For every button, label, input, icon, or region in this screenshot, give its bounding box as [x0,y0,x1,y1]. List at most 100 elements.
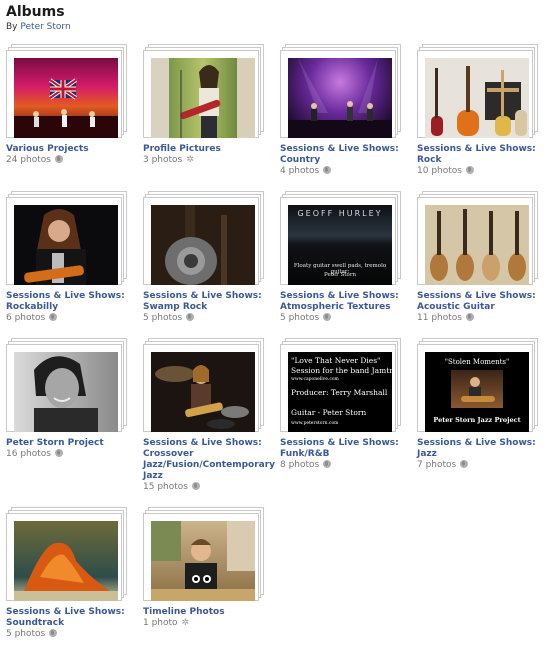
cover-project: Peter Storn Jazz Project [433,416,521,424]
cover-caption-credit: Peter Storn [323,272,356,278]
globe-icon[interactable] [460,460,469,468]
photo-count: 1 photo [143,618,178,628]
album-title[interactable]: Sessions & Live Shows: Rock [417,144,547,166]
globe-icon[interactable] [186,313,195,321]
globe-icon[interactable] [54,155,63,163]
globe-icon[interactable] [323,460,332,468]
globe-icon[interactable] [465,166,474,174]
photo-count: 7 photos [417,460,457,470]
album-cover[interactable]: "Love That Never Dies" Session for the b… [280,338,401,432]
album-meta: 10 photos [417,166,547,177]
album-meta: 15 photos [143,482,273,493]
photo-count: 11 photos [417,313,462,323]
album-meta: 16 photos [6,449,136,460]
globe-icon[interactable] [49,629,58,637]
cover-producer: Producer: Terry Marshall [291,388,388,397]
album-meta: 3 photos ✲ [143,155,273,166]
album-card[interactable]: Sessions & Live Shows: Country 4 photos [280,44,410,177]
album-title[interactable]: Sessions & Live Shows: Swamp Rock [143,291,273,313]
album-cover[interactable] [6,191,127,285]
photo-count: 4 photos [280,166,320,176]
photo-count: 3 photos [143,155,183,165]
globe-icon[interactable] [49,313,58,321]
album-meta: 1 photo ✲ [143,618,273,629]
owner-link[interactable]: Peter Storn [20,22,70,32]
photo-count: 8 photos [280,460,320,470]
album-card[interactable]: "Love That Never Dies" Session for the b… [280,338,410,471]
globe-icon[interactable] [191,482,200,490]
cover-url: www.caponelive.com [291,377,339,382]
byline: By Peter Storn [6,22,71,32]
globe-icon[interactable] [465,313,474,321]
album-card[interactable]: Sessions & Live Shows: Rockabilly 6 phot… [6,191,136,324]
album-cover[interactable] [417,44,538,138]
album-title[interactable]: Sessions & Live Shows: Atmospheric Textu… [280,291,410,313]
album-card[interactable]: Sessions & Live Shows: Swamp Rock 5 phot… [143,191,273,324]
album-cover[interactable] [417,191,538,285]
gear-icon[interactable]: ✲ [182,618,190,629]
album-card[interactable]: Profile Pictures 3 photos ✲ [143,44,273,166]
album-title[interactable]: Peter Storn Project [6,438,136,449]
album-cover[interactable] [143,44,264,138]
album-meta: 11 photos [417,313,547,324]
album-title[interactable]: Sessions & Live Shows: Rockabilly [6,291,136,313]
gear-icon[interactable]: ✲ [186,155,194,166]
cover-website: www.peterstorn.com [291,421,339,426]
album-meta: 5 photos [6,629,136,640]
photo-count: 24 photos [6,155,51,165]
photo-count: 5 photos [143,313,183,323]
album-cover[interactable] [143,191,264,285]
globe-icon[interactable] [54,449,63,457]
photo-count: 5 photos [280,313,320,323]
album-title[interactable]: Sessions & Live Shows: Funk/R&B [280,438,410,460]
album-meta: 7 photos [417,460,547,471]
photo-count: 15 photos [143,482,188,492]
album-meta: 6 photos [6,313,136,324]
album-cover[interactable] [143,338,264,432]
album-title[interactable]: Profile Pictures [143,144,273,155]
cover-photo [451,370,503,408]
cover-song-title: "Stolen Moments" [444,358,510,366]
album-meta: 4 photos [280,166,410,177]
globe-icon[interactable] [323,166,332,174]
cover-guitar: Guitar - Peter Storn [291,408,367,417]
cover-session: Session for the band Jamtra [291,366,392,375]
photo-count: 5 photos [6,629,46,639]
album-meta: 8 photos [280,460,410,471]
album-meta: 5 photos [143,313,273,324]
album-title[interactable]: Sessions & Live Shows: Country [280,144,410,166]
album-title[interactable]: Various Projects [6,144,136,155]
album-title[interactable]: Sessions & Live Shows: Jazz [417,438,547,460]
album-meta: 24 photos [6,155,136,166]
album-cover[interactable]: "Stolen Moments" Peter Storn Jazz Projec… [417,338,538,432]
album-card[interactable]: Sessions & Live Shows: Soundtrack 5 phot… [6,507,136,640]
album-card[interactable]: Sessions & Live Shows: Acoustic Guitar 1… [417,191,547,324]
album-card[interactable]: GEOFF HURLEY Floaty guitar swell pads, t… [280,191,410,324]
album-card[interactable]: Peter Storn Project 16 photos [6,338,136,460]
album-meta: 5 photos [280,313,410,324]
album-cover[interactable] [6,44,127,138]
photo-count: 10 photos [417,166,462,176]
page-title: Albums [6,4,65,20]
cover-heading: GEOFF HURLEY [297,209,383,218]
photo-count: 16 photos [6,449,51,459]
album-cover[interactable] [6,338,127,432]
album-title[interactable]: Sessions & Live Shows: Soundtrack [6,607,136,629]
album-card[interactable]: Various Projects 24 photos [6,44,136,166]
album-card[interactable]: Timeline Photos 1 photo ✲ [143,507,273,629]
album-cover[interactable] [143,507,264,601]
album-card[interactable]: Sessions & Live Shows: Rock 10 photos [417,44,547,177]
album-title[interactable]: Sessions & Live Shows: Acoustic Guitar [417,291,547,313]
album-cover[interactable] [6,507,127,601]
album-card[interactable]: Sessions & Live Shows: Crossover Jazz/Fu… [143,338,275,493]
album-cover[interactable] [280,44,401,138]
album-card[interactable]: "Stolen Moments" Peter Storn Jazz Projec… [417,338,547,471]
photo-count: 6 photos [6,313,46,323]
albums-header: Albums By Peter Storn [6,4,71,32]
album-title[interactable]: Sessions & Live Shows: Crossover Jazz/Fu… [143,438,275,482]
album-cover[interactable]: GEOFF HURLEY Floaty guitar swell pads, t… [280,191,401,285]
album-title[interactable]: Timeline Photos [143,607,273,618]
by-label: By [6,22,18,32]
cover-song-title: "Love That Never Dies" [291,356,381,365]
globe-icon[interactable] [323,313,332,321]
